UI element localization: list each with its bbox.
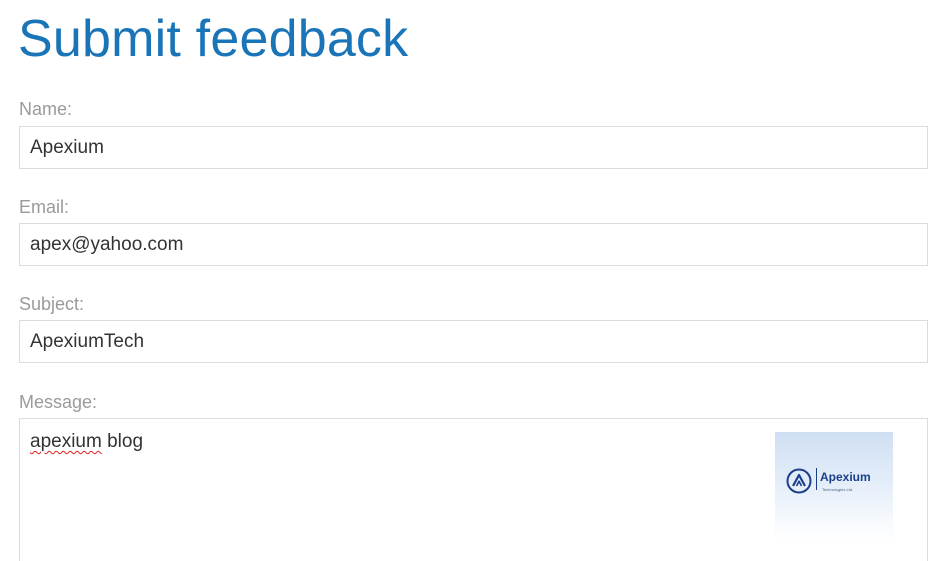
logo-subtext: Technologies Ltd. (822, 487, 854, 492)
page-title: Submit feedback (18, 10, 409, 68)
subject-label: Subject: (19, 294, 85, 314)
logo-name: Apexium (820, 470, 871, 484)
misspelled-word: apexium (30, 431, 102, 452)
name-field[interactable]: Apexium (19, 126, 928, 169)
logo-divider (816, 468, 817, 490)
email-label: Email: (19, 197, 70, 217)
subject-field[interactable]: ApexiumTech (19, 320, 928, 363)
email-field[interactable]: apex@yahoo.com (19, 223, 928, 266)
name-label: Name: (19, 99, 73, 119)
apexium-logo-icon (786, 468, 812, 494)
message-label: Message: (19, 392, 98, 412)
feedback-page: Submit feedback Name: Apexium Email: ape… (0, 0, 936, 561)
message-text: apexium blog (30, 430, 143, 454)
message-text-rest: blog (101, 431, 144, 452)
message-textarea[interactable]: apexium blog Apexium Technologies Ltd. (19, 418, 928, 561)
inserted-logo-image[interactable]: Apexium Technologies Ltd. (775, 432, 893, 542)
